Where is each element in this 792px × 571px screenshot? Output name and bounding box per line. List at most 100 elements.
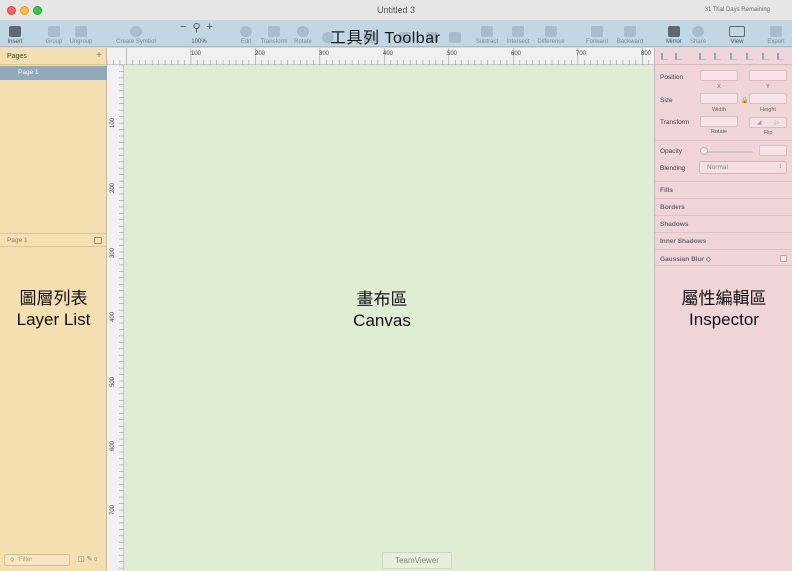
forward-icon xyxy=(591,26,603,37)
layer-filter-input[interactable]: ⚲ Filter xyxy=(4,554,70,566)
ungroup-icon xyxy=(75,26,87,37)
size-label: Size xyxy=(660,97,673,104)
layer-list-panel: Pages + Page 1 Page 1 圖層列表 Layer List ⚲ … xyxy=(0,48,107,571)
align-left-icon[interactable] xyxy=(661,53,668,60)
group-button[interactable]: Group xyxy=(43,20,65,47)
subtract-icon xyxy=(481,26,493,37)
transform-icon xyxy=(268,26,280,37)
horizontal-ruler-ticks xyxy=(106,48,650,65)
add-page-button[interactable]: + xyxy=(96,50,102,61)
ruler-tick-label: 400 xyxy=(110,311,116,322)
ungroup-button[interactable]: Ungroup xyxy=(67,20,95,47)
position-y-field[interactable] xyxy=(749,70,787,81)
share-button[interactable]: Share xyxy=(689,20,707,47)
symbols-filter-icon[interactable]: ◫ xyxy=(78,556,85,563)
gaussian-blur-checkbox[interactable] xyxy=(780,255,787,262)
backward-button[interactable]: Backward xyxy=(614,20,646,47)
subtract-button[interactable]: Subtract xyxy=(474,20,500,47)
current-page-label: Page 1 xyxy=(7,237,28,244)
difference-icon xyxy=(545,26,557,37)
flip-vertical-icon[interactable]: ▷ xyxy=(775,119,780,126)
inspector-overlay-label: 屬性編輯區 Inspector xyxy=(681,289,767,329)
inner-shadows-section[interactable]: Inner Shadows xyxy=(655,232,792,249)
ruler-tick-label: 500 xyxy=(447,51,458,57)
align-top-icon[interactable] xyxy=(730,53,737,60)
flip-control[interactable]: ◢ ▷ xyxy=(749,117,787,128)
page-list-item[interactable]: Page 1 xyxy=(0,66,107,80)
opacity-slider-track[interactable] xyxy=(702,151,753,153)
window-title: Untitled 3 xyxy=(376,5,416,15)
trial-notice: 31 Trial Days Remaining xyxy=(704,7,770,13)
fills-section[interactable]: Fills xyxy=(655,181,792,198)
pages-header: Pages + xyxy=(0,48,107,65)
borders-section[interactable]: Borders xyxy=(655,198,792,215)
align-center-icon[interactable] xyxy=(675,53,682,60)
intersection-icon xyxy=(449,32,461,43)
toolbar-overlay-label: 工具列 Toolbar xyxy=(330,30,441,47)
search-icon: ⚲ xyxy=(10,558,15,564)
forward-button[interactable]: Forward xyxy=(584,20,610,47)
share-icon xyxy=(692,26,704,37)
align-right-icon[interactable] xyxy=(699,53,706,60)
zoom-level: 100% xyxy=(191,39,207,45)
view-button[interactable]: View xyxy=(725,20,749,47)
view-icon xyxy=(729,26,745,37)
export-button[interactable]: Export xyxy=(765,20,787,47)
shadows-section[interactable]: Shadows xyxy=(655,215,792,232)
transform-label: Transform xyxy=(660,119,690,126)
mirror-button[interactable]: Mirror xyxy=(664,20,684,47)
ruler-tick-label: 600 xyxy=(511,51,522,57)
collapse-pages-icon[interactable] xyxy=(94,237,102,244)
intersect-button[interactable]: Intersect xyxy=(504,20,532,47)
align-middle-icon[interactable] xyxy=(746,53,753,60)
current-page-header[interactable]: Page 1 xyxy=(0,233,107,247)
teamviewer-tab[interactable]: TeamViewer xyxy=(382,552,452,569)
width-caption: Width xyxy=(711,107,727,113)
flip-caption: Flip xyxy=(763,130,773,136)
ruler-tick-label: 300 xyxy=(110,247,116,258)
ruler-tick-label: 200 xyxy=(110,182,116,193)
insert-icon xyxy=(9,26,21,37)
rotate-icon xyxy=(297,26,309,37)
export-icon xyxy=(770,26,782,37)
horizontal-ruler[interactable]: 100 200 300 400 500 600 700 800 xyxy=(106,48,654,65)
vertical-ruler[interactable]: 100 200 300 400 500 600 700 xyxy=(107,64,124,571)
rotate-field[interactable] xyxy=(700,116,738,127)
lock-icon[interactable]: 🔒 xyxy=(741,97,748,104)
ruler-tick-label: 100 xyxy=(191,51,202,57)
create-symbol-button[interactable]: Create Symbol xyxy=(113,20,159,47)
height-caption: Height xyxy=(760,107,776,113)
filter-count: 0 xyxy=(94,557,98,563)
group-icon xyxy=(48,26,60,37)
pages-title: Pages xyxy=(7,53,27,60)
edit-filter-icon[interactable]: ✎ xyxy=(87,556,93,563)
canvas-area[interactable]: 畫布區 Canvas xyxy=(124,65,654,571)
sketch-app-window: Untitled 3 31 Trial Days Remaining Inser… xyxy=(0,0,792,571)
align-bottom-icon[interactable] xyxy=(762,53,769,60)
align-horizontal-center-icon[interactable] xyxy=(714,53,721,60)
height-field[interactable] xyxy=(749,93,787,104)
blending-label: Blending xyxy=(660,165,686,172)
position-x-field[interactable] xyxy=(700,70,738,81)
width-field[interactable] xyxy=(700,93,738,104)
canvas-overlay-label: 畫布區 Canvas xyxy=(353,290,411,330)
rotate-caption: Rotate xyxy=(710,129,728,135)
opacity-field[interactable] xyxy=(759,145,787,156)
opacity-slider-knob[interactable] xyxy=(700,147,708,155)
select-arrows-icon: ↕ xyxy=(778,163,783,170)
rotate-button[interactable]: Rotate xyxy=(293,20,313,47)
edit-button[interactable]: Edit xyxy=(238,20,254,47)
difference-button[interactable]: Difference xyxy=(535,20,567,47)
ruler-tick-label: 400 xyxy=(383,51,394,57)
edit-icon xyxy=(240,26,252,37)
ruler-tick-label: 700 xyxy=(576,51,587,57)
insert-button[interactable]: Insert xyxy=(4,20,26,47)
distribute-icon[interactable] xyxy=(777,53,784,60)
gaussian-blur-section[interactable]: Gaussian Blur ◇ xyxy=(655,249,792,266)
flip-horizontal-icon[interactable]: ◢ xyxy=(757,119,762,126)
intersection-button[interactable] xyxy=(448,20,462,47)
ruler-tick-label: 700 xyxy=(110,504,116,515)
blending-select[interactable]: Normal ↕ xyxy=(699,161,787,174)
opacity-label: Opacity xyxy=(660,148,683,155)
transform-button[interactable]: Transform xyxy=(259,20,289,47)
